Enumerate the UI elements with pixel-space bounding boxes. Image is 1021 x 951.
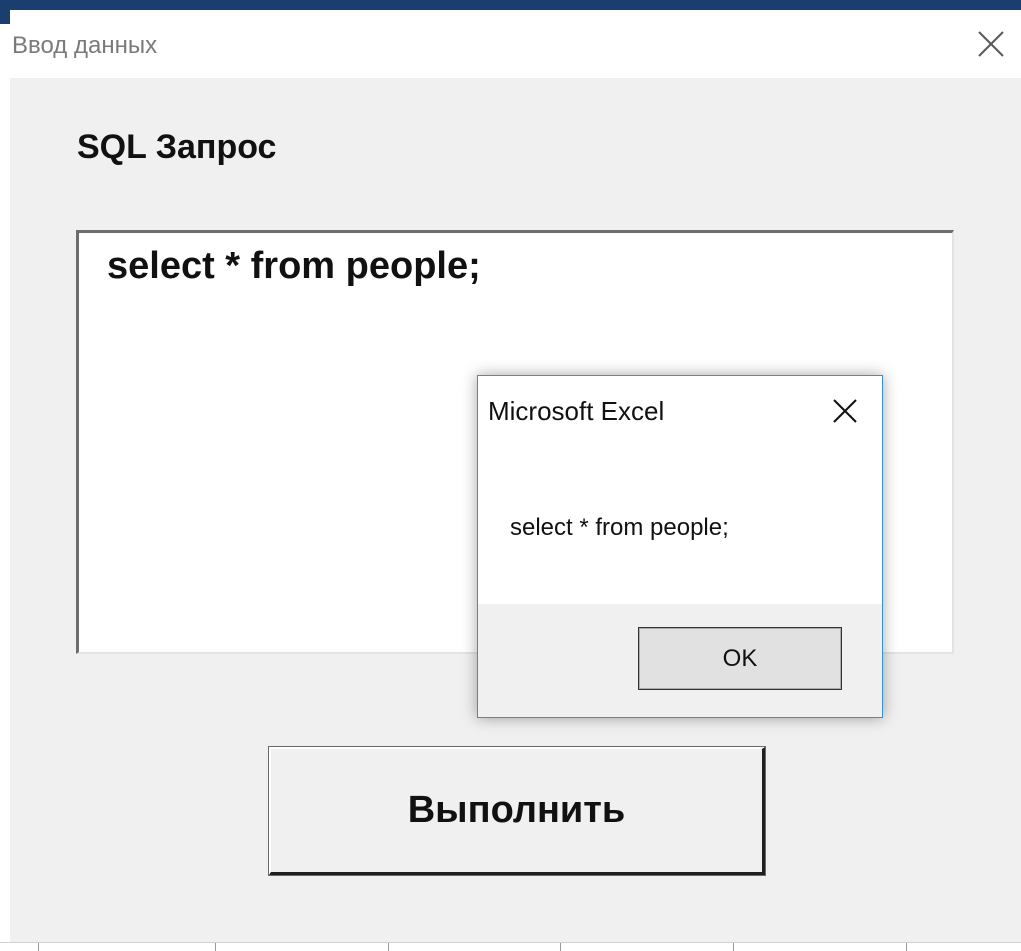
message-box-text: select * from people; — [510, 514, 729, 541]
close-icon[interactable] — [830, 396, 860, 426]
execute-button[interactable]: Выполнить — [268, 746, 766, 876]
message-box-footer: OK — [478, 604, 882, 717]
excel-message-box: Microsoft Excel select * from people; OK — [477, 375, 883, 718]
top-window-bar — [0, 0, 1021, 10]
left-edge — [0, 24, 10, 950]
sql-query-value: select * from people; — [107, 245, 481, 287]
userform-title: Ввод данных — [12, 32, 158, 59]
message-box-title: Microsoft Excel — [488, 396, 665, 426]
sql-query-label: SQL Запрос — [77, 128, 277, 166]
close-icon[interactable] — [973, 26, 1009, 62]
ok-button[interactable]: OK — [638, 627, 842, 690]
top-window-bar-notch — [0, 10, 10, 24]
userform-titlebar: Ввод данных — [10, 10, 1021, 78]
